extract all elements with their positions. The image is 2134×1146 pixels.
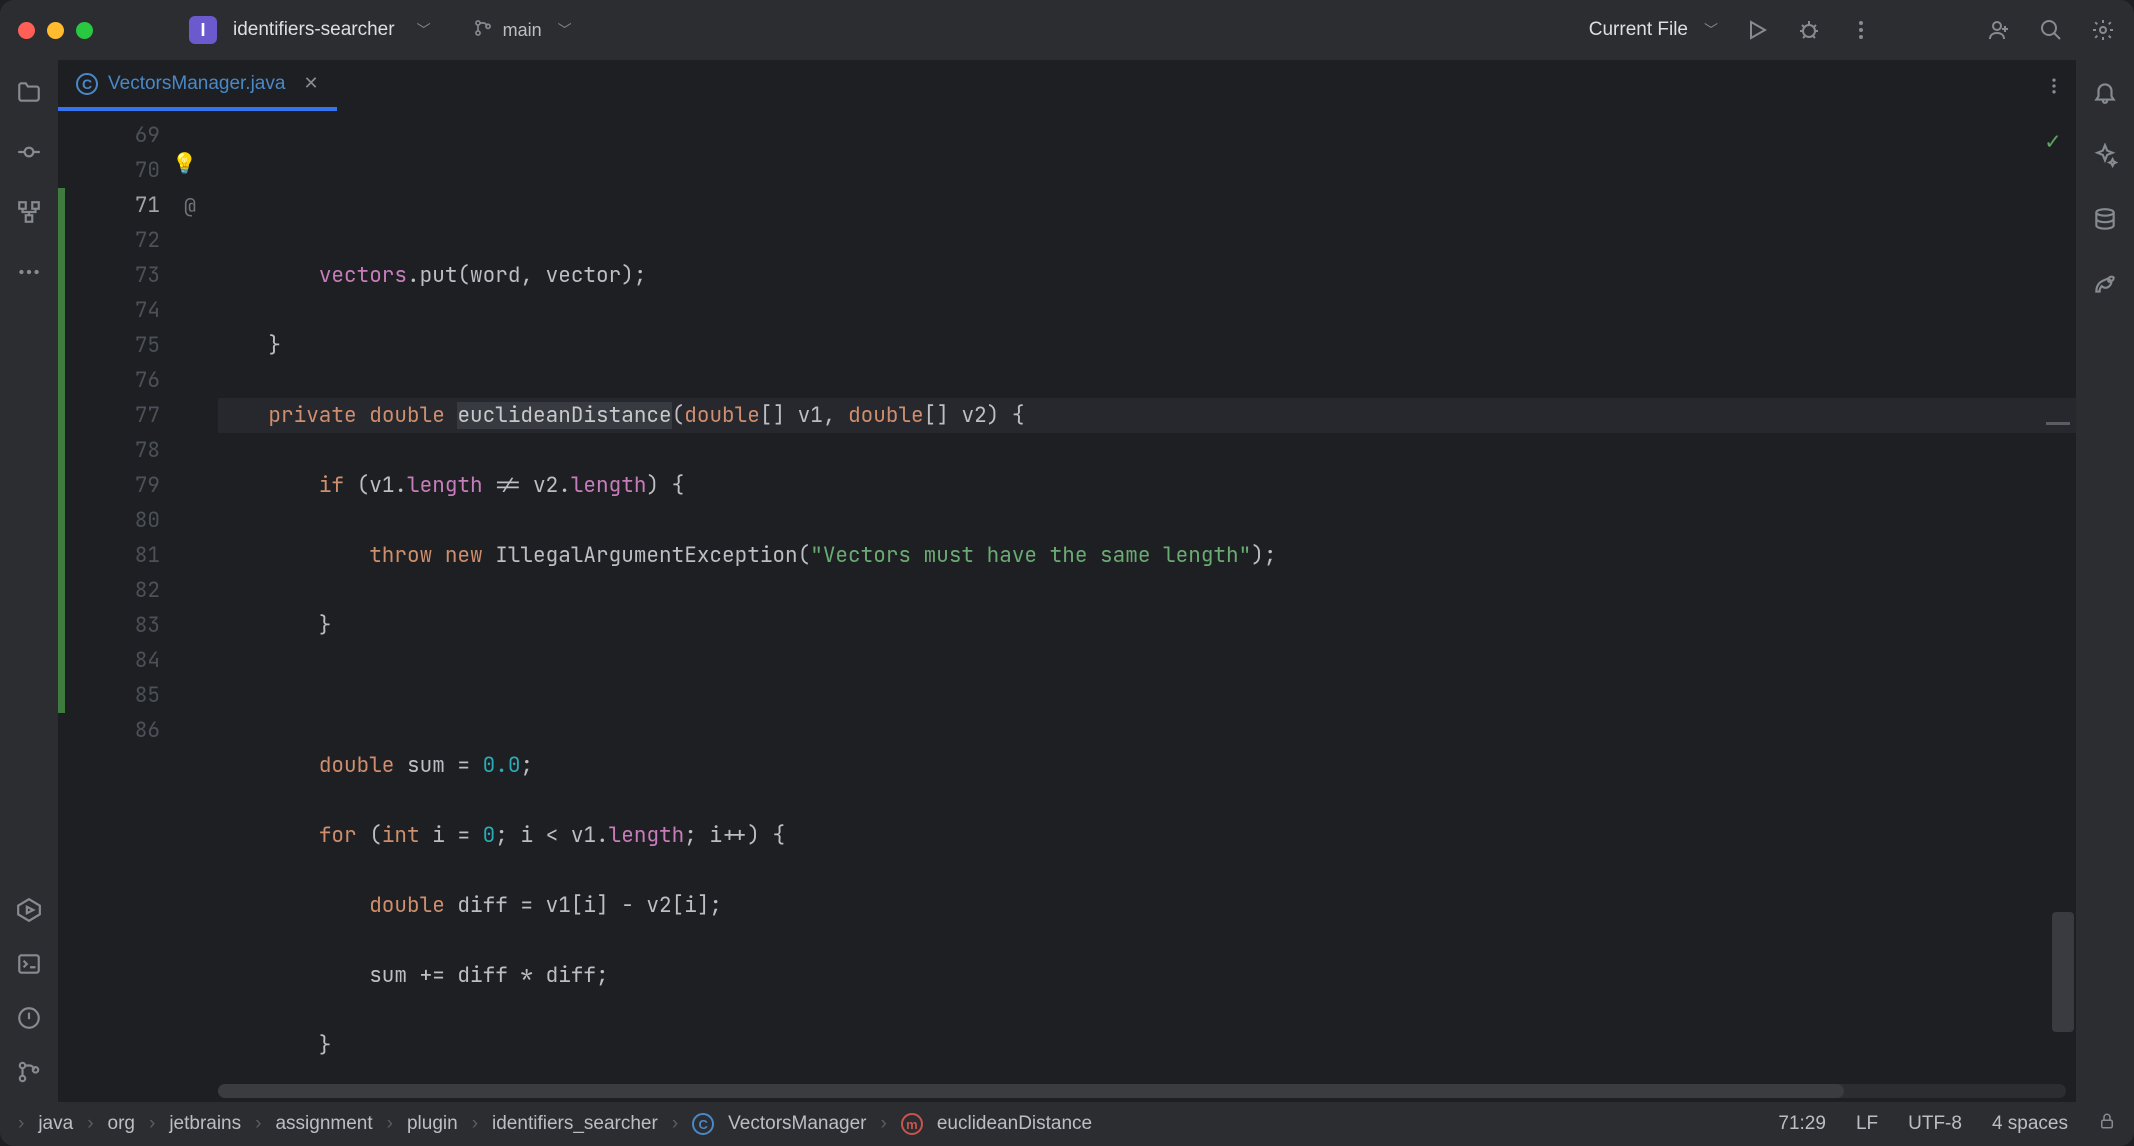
breadcrumb-segment[interactable]: identifiers_searcher [492, 1113, 658, 1135]
line-number[interactable]: 74 [58, 293, 208, 328]
line-number[interactable]: 79 [58, 468, 208, 503]
chevron-right-icon: › [18, 1113, 24, 1135]
method-icon: m [901, 1113, 923, 1135]
close-window-button[interactable] [18, 22, 35, 39]
code-editor[interactable]: ✓ vectors.put(word, vector); } private d… [208, 112, 2076, 1102]
line-number[interactable]: 86 [58, 713, 208, 748]
terminal-tool-button[interactable] [15, 950, 43, 978]
line-number[interactable]: 72 [58, 223, 208, 258]
scrollbar-thumb-vertical[interactable] [2052, 912, 2074, 1032]
file-encoding[interactable]: UTF-8 [1908, 1113, 1962, 1135]
project-badge[interactable]: I [189, 16, 217, 44]
tabs-menu-button[interactable] [2032, 60, 2076, 111]
gradle-tool-button[interactable] [2091, 270, 2119, 298]
scrollbar-thumb-horizontal[interactable] [218, 1084, 1844, 1098]
chevron-right-icon: › [672, 1113, 678, 1135]
services-tool-button[interactable] [15, 896, 43, 924]
search-everywhere-button[interactable] [2038, 17, 2064, 43]
chevron-right-icon: › [87, 1113, 93, 1135]
class-icon: C [692, 1113, 714, 1135]
chevron-right-icon: › [255, 1113, 261, 1135]
structure-tool-button[interactable] [15, 198, 43, 226]
horizontal-scrollbar[interactable] [218, 1084, 2066, 1098]
inspections-ok-icon[interactable]: ✓ [2046, 124, 2060, 159]
editor-tab-active[interactable]: C VectorsManager.java ✕ [58, 60, 337, 111]
chevron-right-icon: › [387, 1113, 393, 1135]
code-with-me-button[interactable] [1986, 17, 2012, 43]
minimize-window-button[interactable] [47, 22, 64, 39]
ide-window: I identifiers-searcher ﹀ main ﹀ Current … [0, 0, 2134, 1146]
run-configuration-selector[interactable]: Current File ﹀ [1589, 19, 1718, 41]
breadcrumb-segment[interactable]: java [38, 1113, 73, 1135]
chevron-right-icon: › [881, 1113, 887, 1135]
vcs-branch-widget[interactable]: main ﹀ [473, 18, 572, 43]
run-config-label: Current File [1589, 19, 1688, 41]
line-number[interactable]: 84 [58, 643, 208, 678]
more-actions-button[interactable] [1848, 17, 1874, 43]
readonly-lock-icon[interactable] [2098, 1112, 2116, 1136]
line-number[interactable]: 69 [58, 118, 208, 153]
line-number[interactable]: 82 [58, 573, 208, 608]
ai-assistant-button[interactable] [2091, 142, 2119, 170]
run-config-chevron-icon: ﹀ [1704, 20, 1718, 40]
right-tool-strip [2076, 60, 2134, 1102]
notifications-tool-button[interactable] [2091, 78, 2119, 106]
line-number[interactable]: 71@ [58, 188, 208, 223]
left-tool-strip [0, 60, 58, 1102]
intention-bulb-icon[interactable]: 💡 [172, 150, 197, 176]
editor-area: C VectorsManager.java ✕ 💡 69 70 71@ 72 [58, 60, 2076, 1102]
line-number[interactable]: 73 [58, 258, 208, 293]
editor-body: 💡 69 70 71@ 72 73 74 75 76 77 78 79 80 8… [58, 112, 2076, 1102]
project-tool-button[interactable] [15, 78, 43, 106]
branch-name: main [503, 20, 542, 41]
tab-close-button[interactable]: ✕ [303, 73, 318, 94]
error-stripe-mark[interactable] [2046, 422, 2070, 425]
editor-tabs: C VectorsManager.java ✕ [58, 60, 2076, 112]
indent-settings[interactable]: 4 spaces [1992, 1113, 2068, 1135]
statusbar: › java › org › jetbrains › assignment › … [0, 1102, 2134, 1146]
chevron-right-icon: › [149, 1113, 155, 1135]
breadcrumb-segment[interactable]: assignment [275, 1113, 372, 1135]
zoom-window-button[interactable] [76, 22, 93, 39]
line-number[interactable]: 83 [58, 608, 208, 643]
tab-filename: VectorsManager.java [108, 73, 285, 95]
branch-chevron-icon: ﹀ [558, 20, 572, 40]
class-file-icon: C [76, 73, 98, 95]
window-controls [18, 22, 93, 39]
line-number[interactable]: 75 [58, 328, 208, 363]
recursive-call-icon[interactable]: @ [184, 193, 196, 219]
settings-button[interactable] [2090, 17, 2116, 43]
breadcrumb-class[interactable]: VectorsManager [728, 1113, 866, 1135]
gutter[interactable]: 💡 69 70 71@ 72 73 74 75 76 77 78 79 80 8… [58, 112, 208, 1102]
vcs-tool-button[interactable] [15, 1058, 43, 1086]
breadcrumb-method[interactable]: euclideanDistance [937, 1113, 1092, 1135]
more-tools-button[interactable] [15, 258, 43, 286]
breadcrumb-segment[interactable]: jetbrains [169, 1113, 241, 1135]
line-number[interactable]: 80 [58, 503, 208, 538]
line-number[interactable]: 81 [58, 538, 208, 573]
project-name[interactable]: identifiers-searcher [233, 19, 395, 41]
breadcrumb-segment[interactable]: plugin [407, 1113, 458, 1135]
line-number[interactable]: 77 [58, 398, 208, 433]
line-number[interactable]: 76 [58, 363, 208, 398]
chevron-right-icon: › [472, 1113, 478, 1135]
problems-tool-button[interactable] [15, 1004, 43, 1032]
project-chevron-icon[interactable]: ﹀ [417, 20, 431, 40]
commit-tool-button[interactable] [15, 138, 43, 166]
debug-button[interactable] [1796, 17, 1822, 43]
database-tool-button[interactable] [2091, 206, 2119, 234]
breadcrumb-segment[interactable]: org [108, 1113, 135, 1135]
line-number[interactable]: 85 [58, 678, 208, 713]
titlebar: I identifiers-searcher ﹀ main ﹀ Current … [0, 0, 2134, 60]
branch-icon [473, 18, 493, 43]
cursor-position[interactable]: 71:29 [1778, 1113, 1826, 1135]
line-number[interactable]: 78 [58, 433, 208, 468]
line-separator[interactable]: LF [1856, 1113, 1878, 1135]
run-button[interactable] [1744, 17, 1770, 43]
